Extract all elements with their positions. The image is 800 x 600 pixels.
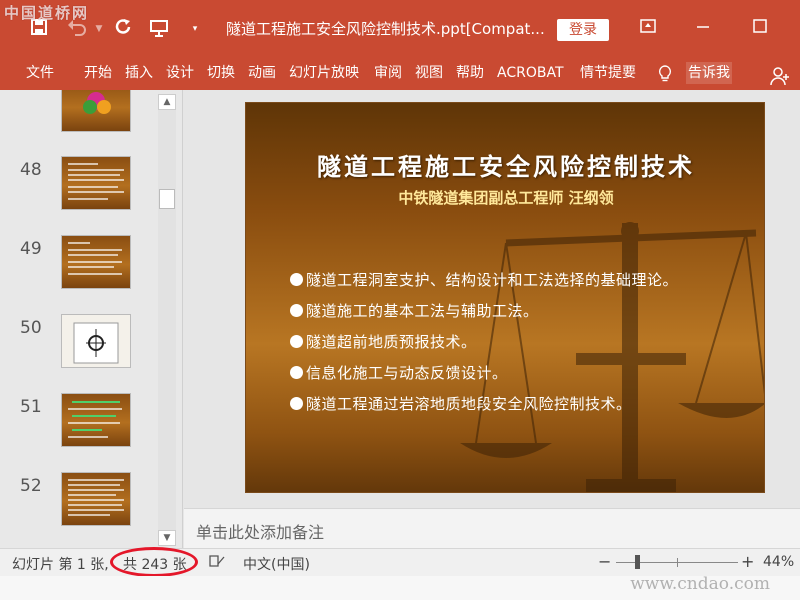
- thumbnail-number: 51: [20, 397, 42, 417]
- bullet-item: 隧道超前地质预报技术。: [290, 331, 760, 362]
- current-slide[interactable]: 隧道工程施工安全风险控制技术 中铁隧道集团副总工程师 汪纲领 隧道工程洞室支护、…: [245, 102, 765, 493]
- tab-design[interactable]: 设计: [166, 62, 194, 84]
- bullet-dot-icon: [290, 304, 303, 317]
- thumbnail-slide-48[interactable]: 48: [0, 156, 158, 216]
- accessibility-icon[interactable]: [208, 553, 226, 573]
- slide-editing-area: 隧道工程施工安全风险控制技术 中铁隧道集团副总工程师 汪纲领 隧道工程洞室支护、…: [184, 90, 800, 508]
- minimize-icon[interactable]: [691, 16, 715, 40]
- thumbnail-number: 52: [20, 476, 42, 496]
- login-button[interactable]: 登录: [557, 19, 609, 41]
- zoom-slider-center-mark: [677, 558, 678, 567]
- bullet-dot-icon: [290, 335, 303, 348]
- notes-pane[interactable]: 单击此处添加备注: [184, 508, 800, 548]
- document-title: 隧道工程施工安全风险控制技术.ppt[Compat...: [226, 20, 545, 38]
- notes-placeholder[interactable]: 单击此处添加备注: [196, 519, 324, 543]
- bullet-item: 隧道工程洞室支护、结构设计和工法选择的基础理论。: [290, 269, 760, 300]
- language-indicator[interactable]: 中文(中国): [243, 554, 310, 574]
- slide-subtitle: 中铁隧道集团副总工程师 汪纲领: [398, 189, 614, 207]
- status-bar: 幻灯片 第 1 张, 共 243 张 中文(中国) − + 44%: [0, 547, 800, 577]
- thumbnail-image[interactable]: [61, 393, 131, 447]
- tab-acrobat[interactable]: ACROBAT: [497, 62, 564, 84]
- customize-qat-icon[interactable]: ▾: [184, 18, 206, 40]
- tell-me-search[interactable]: 告诉我: [686, 62, 732, 84]
- share-user-icon[interactable]: [770, 66, 790, 86]
- thumbnail-image[interactable]: [61, 235, 131, 289]
- slide-position-text: 幻灯片 第 1 张,: [12, 557, 109, 573]
- slide-title: 隧道工程施工安全风险控制技术: [317, 152, 695, 181]
- thumbnail-slide-50[interactable]: 50: [0, 314, 158, 374]
- tab-storyboard[interactable]: 情节提要: [580, 62, 636, 84]
- bullet-item: 信息化施工与动态反馈设计。: [290, 362, 760, 393]
- thumbnail-scrollbar[interactable]: ▲ ▼: [158, 94, 176, 546]
- zoom-out-button[interactable]: −: [598, 552, 611, 571]
- tab-review[interactable]: 审阅: [374, 62, 402, 84]
- undo-dropdown-icon[interactable]: ▼: [88, 18, 110, 40]
- ribbon-tab-bar: 文件 开始 插入 设计 切换 动画 幻灯片放映 审阅 视图 帮助 ACROBAT…: [0, 58, 800, 90]
- scroll-down-icon[interactable]: ▼: [158, 530, 176, 546]
- bullet-item: 隧道工程通过岩溶地质地段安全风险控制技术。: [290, 393, 760, 424]
- scrollbar-thumb[interactable]: [159, 189, 175, 209]
- tab-file[interactable]: 文件: [26, 62, 54, 84]
- scroll-up-icon[interactable]: ▲: [158, 94, 176, 110]
- slide-thumbnail-pane[interactable]: 48 49 50 51 52 ▲ ▼: [0, 90, 183, 548]
- powerpoint-window: 中国道桥网 ▼ ▾ 隧道工程施工安全风险控制技术.ppt[Compat... 登…: [0, 0, 800, 600]
- thumbnail-slide-52[interactable]: 52: [0, 472, 158, 532]
- thumbnail-number: 49: [20, 239, 42, 259]
- thumbnail-image[interactable]: [61, 90, 131, 132]
- zoom-in-button[interactable]: +: [741, 552, 754, 571]
- watermark-top: 中国道桥网: [4, 4, 90, 22]
- tab-slideshow[interactable]: 幻灯片放映: [289, 62, 359, 84]
- bullet-dot-icon: [290, 273, 303, 286]
- slide-bullet-list: 隧道工程洞室支护、结构设计和工法选择的基础理论。 隧道施工的基本工法与辅助工法。…: [290, 269, 760, 424]
- zoom-level[interactable]: 44%: [763, 554, 794, 570]
- redo-icon[interactable]: [112, 18, 134, 40]
- tab-home[interactable]: 开始: [84, 62, 112, 84]
- thumbnail-image[interactable]: [61, 314, 131, 368]
- thumbnail-partial[interactable]: [0, 90, 158, 138]
- tab-transitions[interactable]: 切换: [207, 62, 235, 84]
- highlight-oval: [110, 547, 198, 577]
- lightbulb-icon: [658, 65, 672, 82]
- slideshow-from-start-icon[interactable]: [148, 18, 170, 40]
- tab-animations[interactable]: 动画: [248, 62, 276, 84]
- title-bar: ▼ ▾ 隧道工程施工安全风险控制技术.ppt[Compat... 登录: [0, 0, 800, 58]
- tab-help[interactable]: 帮助: [456, 62, 484, 84]
- ribbon-display-options-icon[interactable]: [636, 16, 660, 40]
- tab-insert[interactable]: 插入: [125, 62, 153, 84]
- thumbnail-slide-51[interactable]: 51: [0, 393, 158, 453]
- thumbnail-image[interactable]: [61, 472, 131, 526]
- bullet-item: 隧道施工的基本工法与辅助工法。: [290, 300, 760, 331]
- bullet-dot-icon: [290, 366, 303, 379]
- thumbnail-number: 50: [20, 318, 42, 338]
- zoom-slider-handle[interactable]: [635, 555, 640, 569]
- maximize-icon[interactable]: [748, 16, 772, 40]
- watermark-bottom: www.cndao.com: [630, 574, 770, 594]
- tab-view[interactable]: 视图: [415, 62, 443, 84]
- thumbnail-slide-49[interactable]: 49: [0, 235, 158, 295]
- thumbnail-number: 48: [20, 160, 42, 180]
- bullet-dot-icon: [290, 397, 303, 410]
- thumbnail-image[interactable]: [61, 156, 131, 210]
